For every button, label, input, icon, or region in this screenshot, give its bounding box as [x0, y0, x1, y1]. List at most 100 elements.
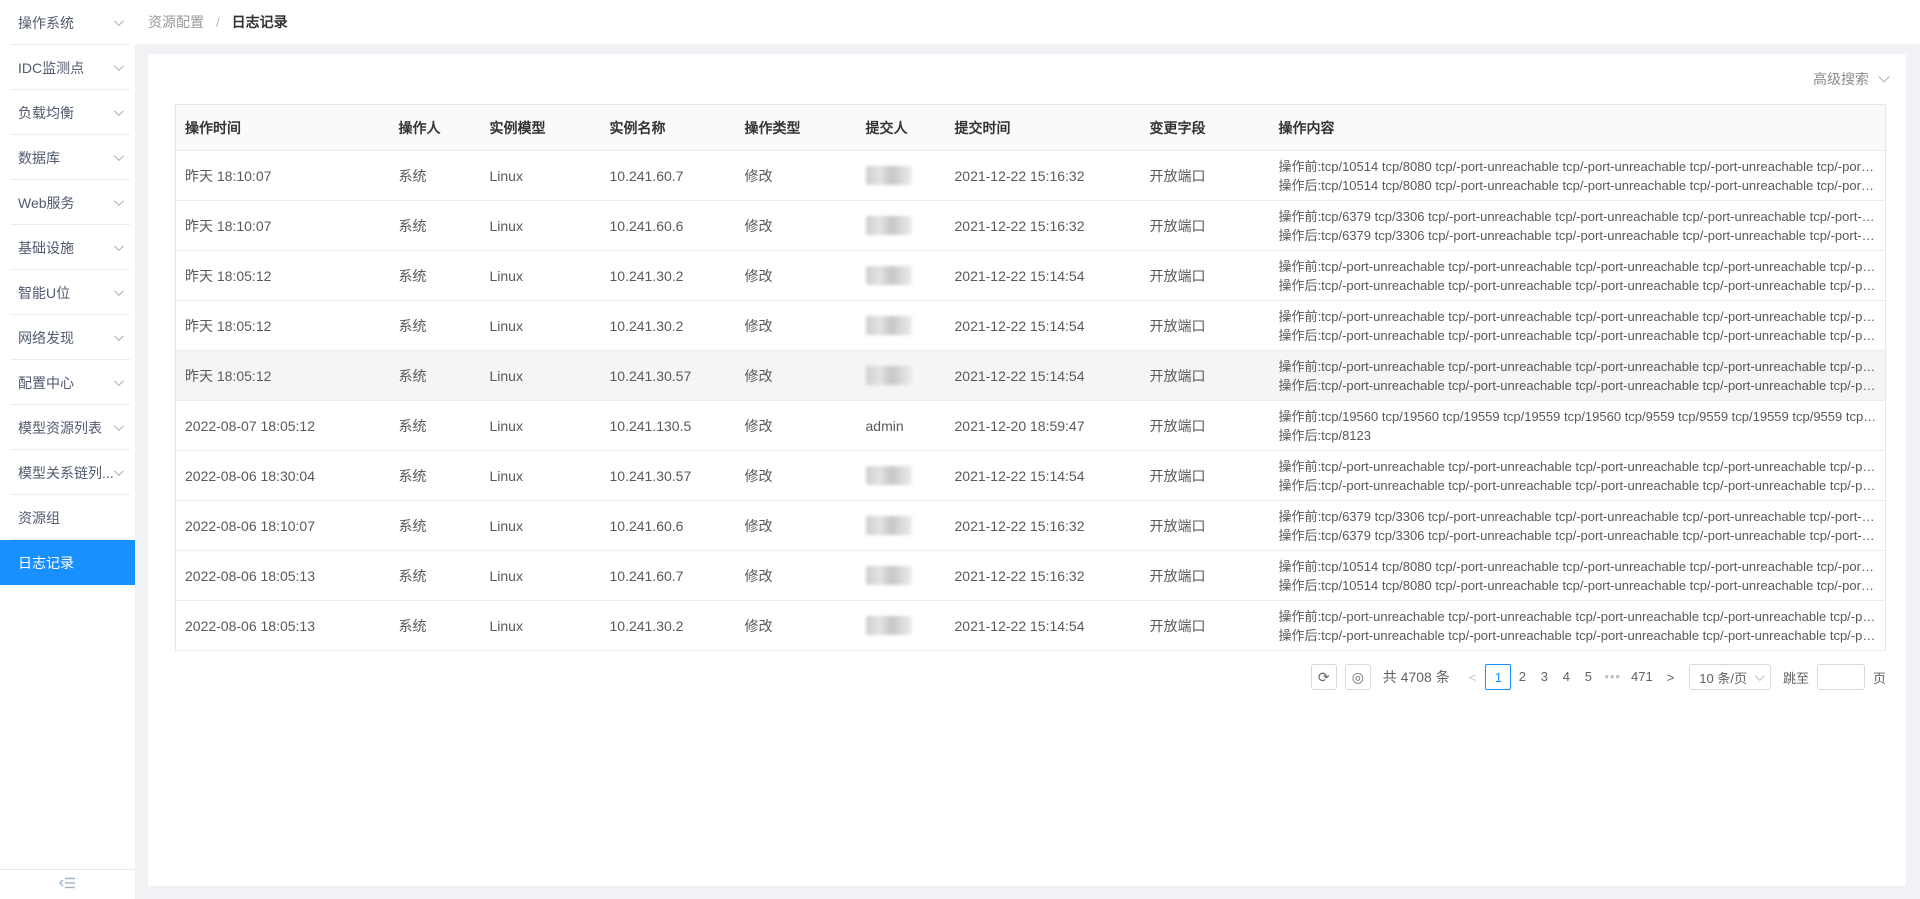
cell-changed-field: 开放端口	[1141, 401, 1270, 451]
page-ellipsis: •••	[1599, 664, 1626, 690]
table-row[interactable]: 2022-08-06 18:10:07 系统 Linux 10.241.60.6…	[176, 501, 1886, 551]
op-after-line: 操作后:tcp/6379 tcp/3306 tcp/-port-unreacha…	[1279, 226, 1878, 245]
cell-submit-time: 2021-12-22 15:14:54	[946, 301, 1141, 351]
jump-prefix-label: 跳至	[1783, 668, 1809, 687]
jump-page-input[interactable]	[1817, 664, 1865, 690]
cell-op-time: 2022-08-06 18:05:13	[176, 551, 390, 601]
cell-op-type: 修改	[736, 251, 857, 301]
cell-op-content: 操作前:tcp/10514 tcp/8080 tcp/-port-unreach…	[1270, 551, 1886, 601]
cell-instance-name: 10.241.60.6	[601, 201, 736, 251]
op-before-line: 操作前:tcp/-port-unreachable tcp/-port-unre…	[1279, 607, 1878, 626]
sidebar-item-network-discovery[interactable]: 网络发现	[0, 315, 135, 360]
cell-op-type: 修改	[736, 601, 857, 651]
cell-changed-field: 开放端口	[1141, 451, 1270, 501]
cell-submitter	[857, 451, 946, 501]
sidebar-item-infrastructure[interactable]: 基础设施	[0, 225, 135, 270]
cell-submitter: admin	[857, 401, 946, 451]
topbar: 资源配置 / 日志记录	[135, 0, 1920, 44]
page-number-1[interactable]: 1	[1485, 664, 1511, 690]
sidebar-item-idc-monitor[interactable]: IDC监测点	[0, 45, 135, 90]
page-size-select[interactable]: 10 条/页	[1689, 664, 1771, 690]
op-before-line: 操作前:tcp/6379 tcp/3306 tcp/-port-unreacha…	[1279, 507, 1878, 526]
refresh-button[interactable]: ⟳	[1311, 664, 1337, 690]
sidebar-item-log-record[interactable]: 日志记录	[0, 540, 135, 585]
page-number-4[interactable]: 4	[1555, 664, 1577, 690]
sidebar-item-resource-group[interactable]: 资源组	[0, 495, 135, 540]
sidebar-footer	[0, 869, 135, 899]
chevron-down-icon	[1878, 71, 1889, 82]
refresh-icon: ⟳	[1318, 669, 1330, 686]
cell-instance-model: Linux	[481, 351, 601, 401]
sidebar-item-config-center[interactable]: 配置中心	[0, 360, 135, 405]
sidebar-item-database[interactable]: 数据库	[0, 135, 135, 180]
breadcrumb-current: 日志记录	[232, 14, 288, 30]
cell-op-type: 修改	[736, 451, 857, 501]
next-page-button[interactable]: >	[1658, 670, 1684, 685]
page-number-471[interactable]: 471	[1626, 664, 1658, 690]
page-number-3[interactable]: 3	[1533, 664, 1555, 690]
sidebar-item-web-service[interactable]: Web服务	[0, 180, 135, 225]
cell-op-content: 操作前:tcp/10514 tcp/8080 tcp/-port-unreach…	[1270, 151, 1886, 201]
op-before-line: 操作前:tcp/6379 tcp/3306 tcp/-port-unreacha…	[1279, 207, 1878, 226]
table-row[interactable]: 昨天 18:05:12 系统 Linux 10.241.30.2 修改 2021…	[176, 251, 1886, 301]
page-number-list: 12345•••471	[1485, 664, 1657, 690]
page-number-5[interactable]: 5	[1577, 664, 1599, 690]
col-submitter: 提交人	[857, 105, 946, 151]
redacted-submitter	[866, 516, 912, 535]
table-header-row: 操作时间操作人实例模型实例名称操作类型提交人提交时间变更字段操作内容	[176, 105, 1886, 151]
sidebar-item-model-resource-list[interactable]: 模型资源列表	[0, 405, 135, 450]
table-row[interactable]: 2022-08-06 18:05:13 系统 Linux 10.241.60.7…	[176, 551, 1886, 601]
table-row[interactable]: 昨天 18:10:07 系统 Linux 10.241.60.6 修改 2021…	[176, 201, 1886, 251]
op-before-line: 操作前:tcp/10514 tcp/8080 tcp/-port-unreach…	[1279, 157, 1878, 176]
cell-submitter	[857, 501, 946, 551]
page-size-value: 10 条/页	[1699, 668, 1747, 687]
chevron-down-icon	[114, 151, 124, 161]
table-row[interactable]: 昨天 18:10:07 系统 Linux 10.241.60.7 修改 2021…	[176, 151, 1886, 201]
table-row[interactable]: 2022-08-07 18:05:12 系统 Linux 10.241.130.…	[176, 401, 1886, 451]
breadcrumb-parent[interactable]: 资源配置	[148, 14, 204, 30]
chevron-down-icon	[114, 16, 124, 26]
sidebar-item-smart-u[interactable]: 智能U位	[0, 270, 135, 315]
chevron-down-icon	[114, 106, 124, 116]
table-row[interactable]: 昨天 18:05:12 系统 Linux 10.241.30.2 修改 2021…	[176, 301, 1886, 351]
sidebar-item-os[interactable]: 操作系统	[0, 0, 135, 45]
cell-instance-name: 10.241.60.6	[601, 501, 736, 551]
redacted-submitter	[866, 366, 912, 385]
cell-submitter	[857, 601, 946, 651]
sidebar-item-load-balance[interactable]: 负载均衡	[0, 90, 135, 135]
menu-fold-icon[interactable]	[59, 876, 76, 893]
table-row[interactable]: 2022-08-06 18:30:04 系统 Linux 10.241.30.5…	[176, 451, 1886, 501]
cell-changed-field: 开放端口	[1141, 351, 1270, 401]
column-setting-button[interactable]: ◎	[1345, 664, 1371, 690]
cell-submit-time: 2021-12-22 15:16:32	[946, 151, 1141, 201]
redacted-submitter	[866, 616, 912, 635]
cell-submit-time: 2021-12-22 15:16:32	[946, 501, 1141, 551]
op-before-line: 操作前:tcp/10514 tcp/8080 tcp/-port-unreach…	[1279, 557, 1878, 576]
chevron-down-icon	[114, 421, 124, 431]
sidebar-item-model-relation-list[interactable]: 模型关系链列...	[0, 450, 135, 495]
content-card: 高级搜索 操作时间操作人实例模型实例名称操作类型提交人提交时间变更字段操作内容 …	[148, 54, 1906, 886]
table-row[interactable]: 2022-08-06 18:05:13 系统 Linux 10.241.30.2…	[176, 601, 1886, 651]
cell-op-time: 2022-08-07 18:05:12	[176, 401, 390, 451]
cell-changed-field: 开放端口	[1141, 601, 1270, 651]
total-count-label: 共 4708 条	[1383, 667, 1450, 687]
cell-instance-name: 10.241.30.57	[601, 451, 736, 501]
cell-operator: 系统	[390, 301, 481, 351]
cell-instance-name: 10.241.30.2	[601, 301, 736, 351]
pagination-bar: ⟳ ◎ 共 4708 条 < 12345•••471 > 10 条/页 跳至 页	[175, 663, 1886, 691]
col-submit-time: 提交时间	[946, 105, 1141, 151]
cell-changed-field: 开放端口	[1141, 551, 1270, 601]
cell-op-content: 操作前:tcp/-port-unreachable tcp/-port-unre…	[1270, 301, 1886, 351]
breadcrumb: 资源配置 / 日志记录	[148, 12, 288, 32]
prev-page-button[interactable]: <	[1460, 670, 1486, 685]
page-number-2[interactable]: 2	[1511, 664, 1533, 690]
cell-submitter	[857, 301, 946, 351]
cell-instance-model: Linux	[481, 501, 601, 551]
sidebar-item-label: 模型关系链列...	[18, 463, 114, 483]
advanced-search-toggle[interactable]: 高级搜索	[1813, 69, 1886, 89]
op-after-line: 操作后:tcp/-port-unreachable tcp/-port-unre…	[1279, 326, 1878, 345]
cell-instance-model: Linux	[481, 251, 601, 301]
cell-operator: 系统	[390, 401, 481, 451]
table-row[interactable]: 昨天 18:05:12 系统 Linux 10.241.30.57 修改 202…	[176, 351, 1886, 401]
op-after-line: 操作后:tcp/-port-unreachable tcp/-port-unre…	[1279, 276, 1878, 295]
